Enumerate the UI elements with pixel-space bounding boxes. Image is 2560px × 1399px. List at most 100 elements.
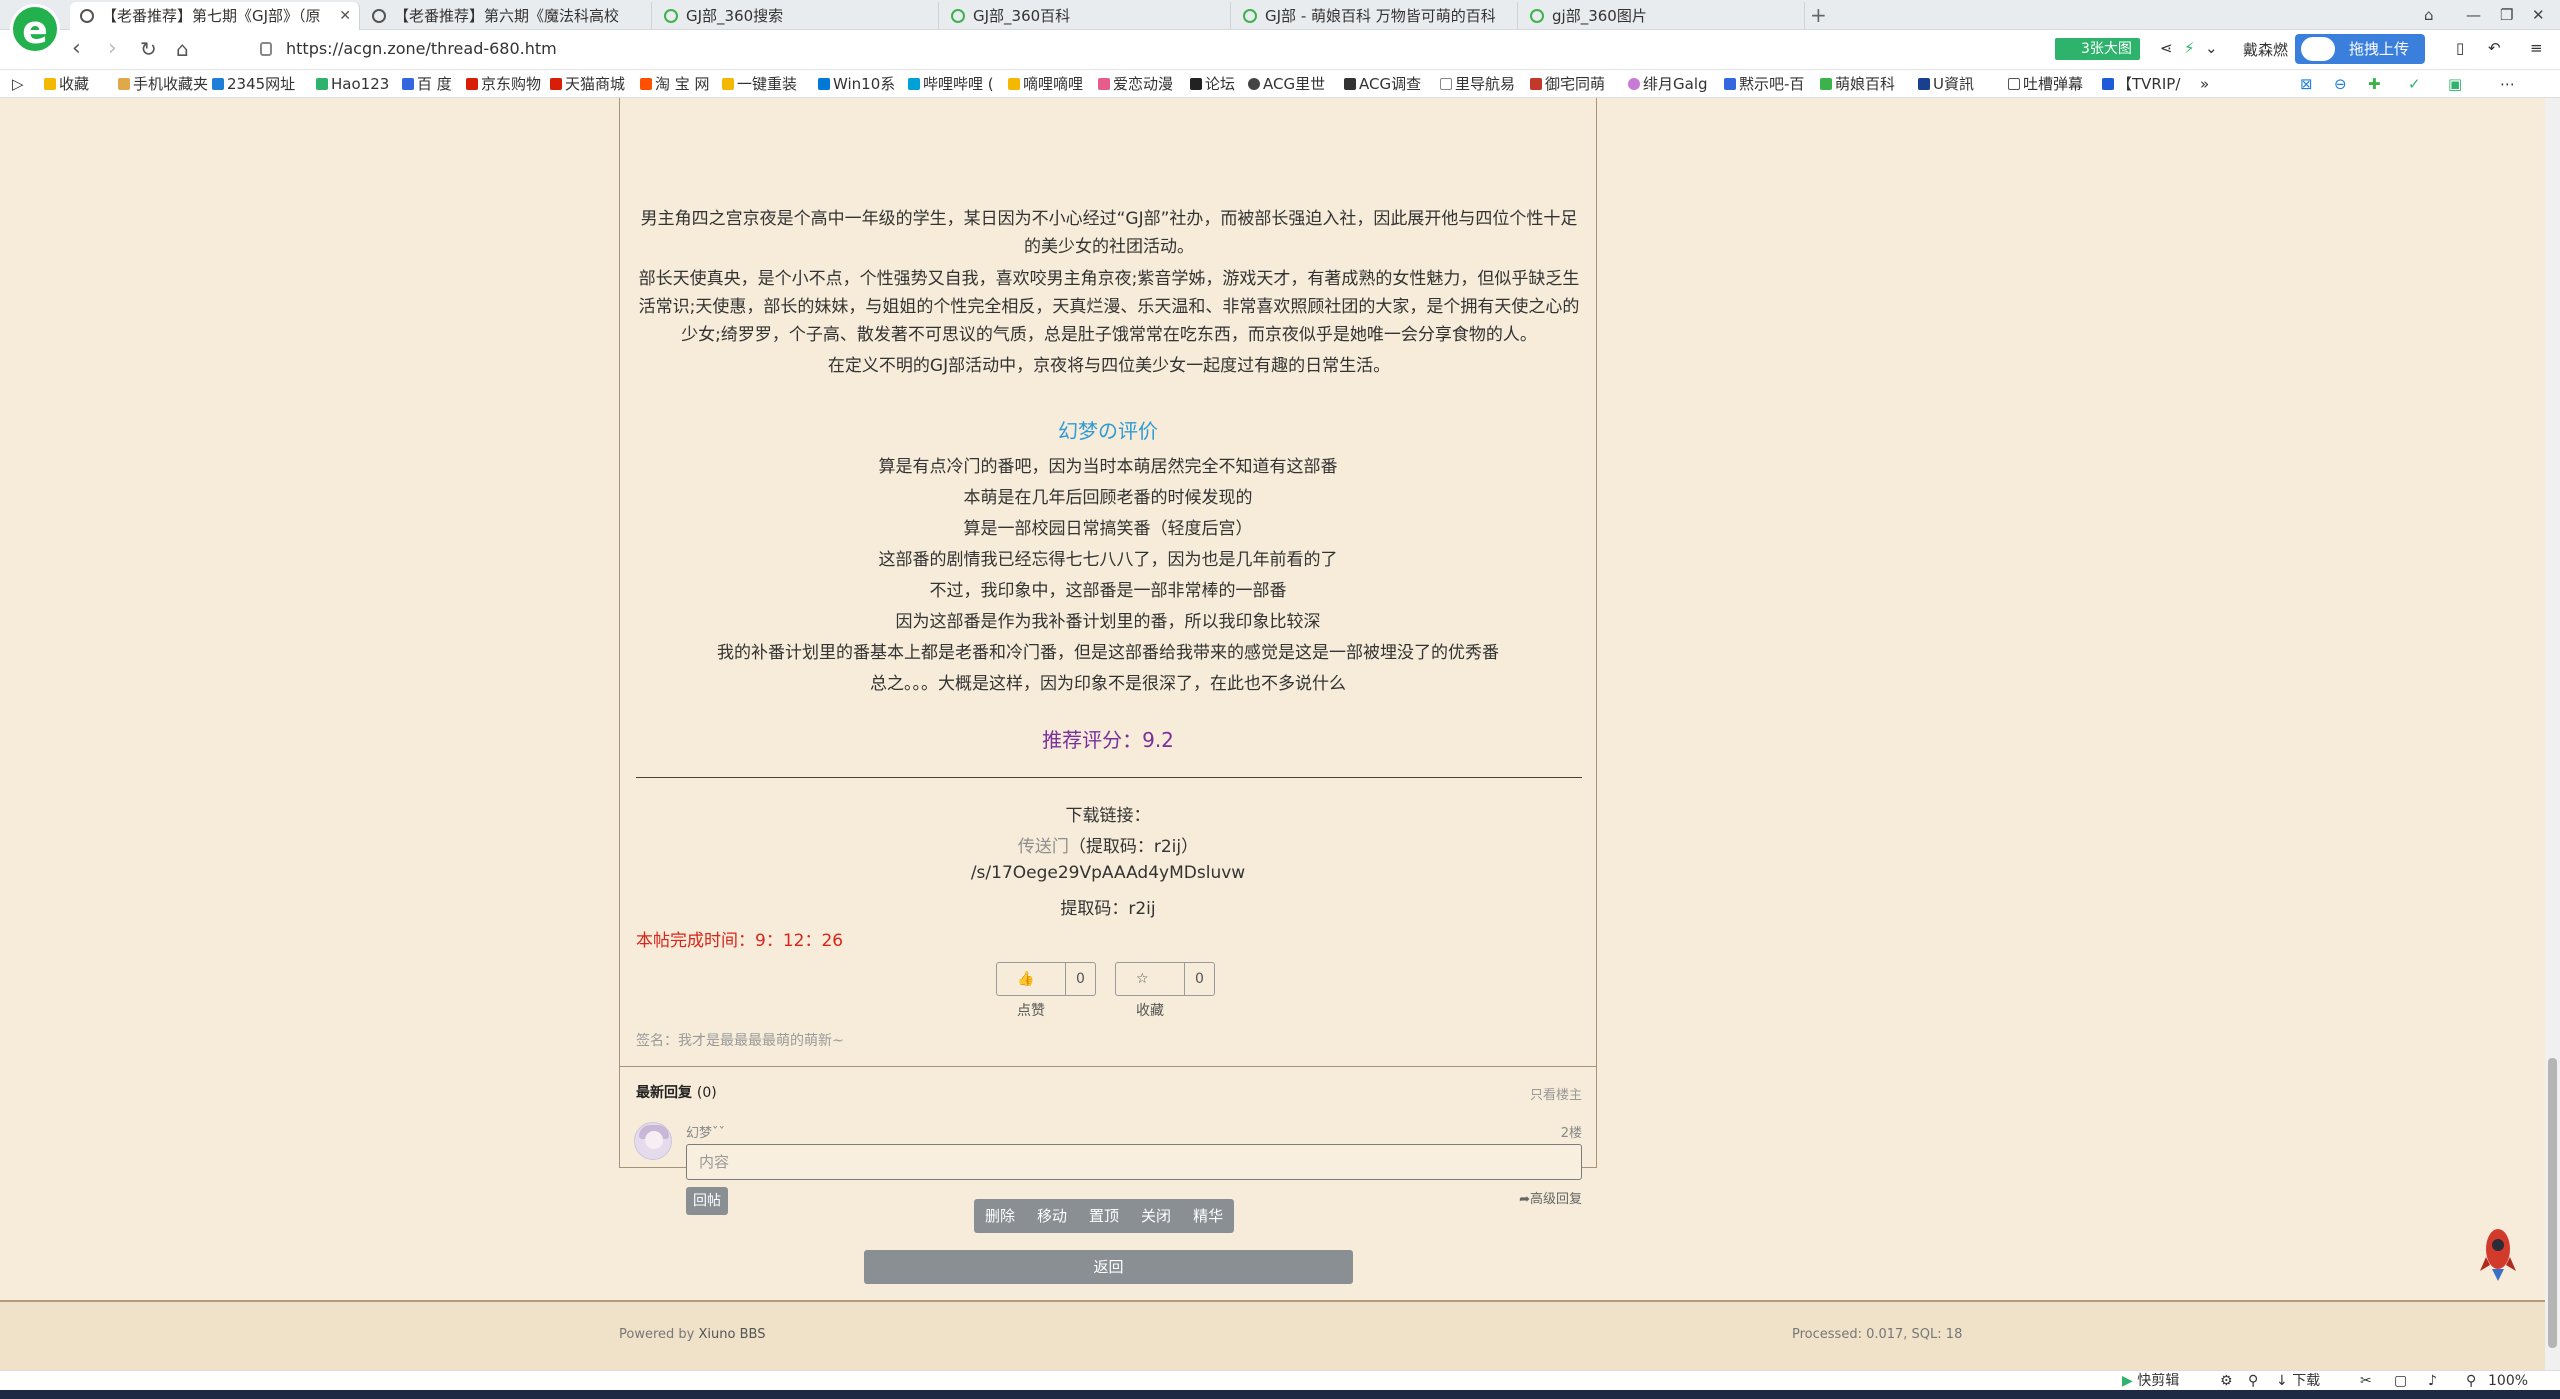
chevron-down-icon[interactable]: ⌄ xyxy=(2205,39,2218,57)
tab-2[interactable]: 【老番推荐】第六期《魔法科高校 xyxy=(362,2,652,30)
xiuno-link[interactable]: Xiuno BBS xyxy=(699,1327,766,1342)
scrollbar-thumb[interactable] xyxy=(2548,1058,2557,1348)
browser-logo-icon[interactable]: e xyxy=(10,4,60,54)
site-icon xyxy=(1530,78,1542,90)
reply-username: 幻梦ˇˇ xyxy=(686,1126,726,1141)
only-op-link[interactable]: 只看楼主 xyxy=(1530,1084,1582,1103)
bookmark-item[interactable]: 爱恋动漫 xyxy=(1098,74,1173,94)
bookmark-item[interactable]: 黙示吧-百 xyxy=(1724,74,1804,94)
address-bar: ‹ › ↻ ⌂ https://acgn.zone/thread-680.htm… xyxy=(0,30,2560,70)
home-icon[interactable]: ⌂ xyxy=(176,36,189,62)
extension-icon[interactable]: ✓ xyxy=(2408,74,2421,94)
restore-icon[interactable]: ❐ xyxy=(2500,2,2513,28)
sidebar-toggle-icon[interactable]: ▷ xyxy=(12,74,24,94)
lightning-icon[interactable]: ⚡ xyxy=(2184,39,2195,57)
window-icon[interactable]: ▢ xyxy=(2394,1372,2407,1390)
delete-button[interactable]: 删除 xyxy=(974,1199,1026,1233)
bookmark-item[interactable]: 手机收藏夹 xyxy=(118,74,208,94)
translate-icon[interactable]: ⊠ xyxy=(2300,74,2313,94)
clip-button[interactable]: ▶ 快剪辑 xyxy=(2122,1372,2179,1390)
shirt-icon[interactable]: ⌂ xyxy=(2424,2,2434,28)
more-extensions-icon[interactable]: ⋯ xyxy=(2500,74,2515,94)
upload-button[interactable]: 拖拽上传 xyxy=(2295,34,2425,64)
bookmark-item[interactable]: 收藏 xyxy=(44,74,89,94)
bookmark-item[interactable]: 一键重装 xyxy=(722,74,797,94)
bookmark-item[interactable]: 淘 宝 网 xyxy=(640,74,710,94)
tab-5[interactable]: GJ部 - 萌娘百科 万物皆可萌的百科 xyxy=(1233,2,1518,30)
sound-icon[interactable]: ♪ xyxy=(2428,1372,2437,1390)
screenshot-icon[interactable]: ✂ xyxy=(2360,1372,2372,1390)
back-to-top-rocket-icon[interactable] xyxy=(2478,1225,2518,1283)
move-button[interactable]: 移动 xyxy=(1026,1199,1078,1233)
upload-label: 拖拽上传 xyxy=(2349,40,2410,58)
extension-icon[interactable]: ⊖ xyxy=(2334,74,2347,94)
refresh-icon[interactable]: ↻ xyxy=(140,36,157,62)
bookmark-item[interactable]: 论坛 xyxy=(1190,74,1235,94)
close-window-icon[interactable]: ✕ xyxy=(2532,2,2545,28)
bookmark-item[interactable]: 御宅同萌 xyxy=(1530,74,1605,94)
bookmark-item[interactable]: 嘀哩嘀哩 xyxy=(1008,74,1083,94)
footer: Powered by Xiuno BBS Processed: 0.017, S… xyxy=(0,1300,2545,1370)
tab-favicon-icon xyxy=(951,9,965,23)
bookmark-item[interactable]: 里导航易 xyxy=(1440,74,1515,94)
tab-4[interactable]: GJ部_360百科 xyxy=(941,2,1231,30)
download-button[interactable]: ↓ 下载 xyxy=(2276,1372,2320,1390)
pic-badge[interactable]: 3张大图 xyxy=(2055,38,2140,60)
bookmark-item[interactable]: ACG里世 xyxy=(1248,74,1325,94)
page-scrollbar[interactable] xyxy=(2545,98,2560,1370)
reply-input[interactable] xyxy=(686,1144,1582,1180)
bookmark-item[interactable]: 哔哩哔哩 ( xyxy=(908,74,994,94)
review-line: 算是有点冷门的番吧，因为当时本萌居然完全不知道有这部番 xyxy=(878,457,1338,477)
tab-close-icon[interactable]: ✕ xyxy=(339,2,351,30)
tab-3[interactable]: GJ部_360搜索 xyxy=(654,2,939,30)
floor-number: 2楼 xyxy=(1560,1126,1582,1141)
url-field[interactable]: https://acgn.zone/thread-680.htm xyxy=(230,36,2030,64)
signature: 签名：我才是最最最最萌的萌新~ xyxy=(636,1033,844,1049)
bookmark-item[interactable]: 2345网址 xyxy=(212,74,295,94)
avatar[interactable] xyxy=(634,1122,672,1160)
reply-submit-button[interactable]: 回帖 xyxy=(686,1187,728,1215)
bookmark-item[interactable]: 百 度 xyxy=(402,74,452,94)
close-thread-button[interactable]: 关闭 xyxy=(1130,1199,1182,1233)
back-button[interactable]: 返回 xyxy=(864,1250,1353,1284)
reader-icon[interactable]: ▯ xyxy=(2456,39,2464,57)
undo-icon[interactable]: ↶ xyxy=(2488,39,2501,57)
card-divider xyxy=(620,1066,1596,1067)
download-link[interactable]: 传送门 xyxy=(1018,837,1069,857)
bookmark-item[interactable]: 【TVRIP/ xyxy=(2102,74,2180,94)
bookmark-item[interactable]: U資訊 xyxy=(1918,74,1974,94)
tool-icon[interactable]: ⚙ xyxy=(2220,1372,2233,1390)
bookmark-item[interactable]: Win10系 xyxy=(818,74,895,94)
pin-icon[interactable]: ⚲ xyxy=(2248,1372,2258,1390)
bookmark-item[interactable]: ACG调查 xyxy=(1344,74,1421,94)
bookmark-item[interactable]: 京东购物 xyxy=(466,74,541,94)
tab-1[interactable]: 【老番推荐】第七期《GJ部》（原 ✕ xyxy=(70,2,360,30)
new-tab-icon[interactable]: + xyxy=(1810,2,1827,28)
favorite-button[interactable]: ☆ 收藏 0 xyxy=(1115,962,1215,1019)
url-text[interactable]: https://acgn.zone/thread-680.htm xyxy=(286,39,557,58)
folder-icon xyxy=(2008,78,2020,90)
review-line: 我的补番计划里的番基本上都是老番和冷门番，但是这部番给我带来的感觉是这是一部被埋… xyxy=(717,643,1499,663)
game-icon[interactable]: ▣ xyxy=(2448,74,2462,94)
search-hint[interactable]: 戴森燃 xyxy=(2243,39,2288,60)
back-arrow-icon[interactable]: ‹ xyxy=(72,36,81,62)
like-button[interactable]: 👍 点赞 0 xyxy=(996,962,1096,1019)
share-icon[interactable]: ⋖ xyxy=(2160,39,2173,57)
extension-icon[interactable]: ✚ xyxy=(2368,74,2381,94)
zoom-icon: ⚲ xyxy=(2466,1373,2477,1389)
advanced-reply-link[interactable]: ➦高级回复 xyxy=(1519,1188,1582,1207)
bookmark-item[interactable]: 绯月Galg xyxy=(1628,74,1708,94)
bookmark-more-icon[interactable]: » xyxy=(2200,74,2209,94)
bookmark-item[interactable]: 天猫商城 xyxy=(550,74,625,94)
minimize-icon[interactable]: — xyxy=(2466,2,2481,28)
tab-6[interactable]: gj部_360图片 xyxy=(1520,2,1805,30)
synopsis-paragraph: 在定义不明的GJ部活动中，京夜将与四位美少女一起度过有趣的日常生活。 xyxy=(827,356,1391,376)
bookmark-item[interactable]: 萌娘百科 xyxy=(1820,74,1895,94)
menu-icon[interactable]: ≡ xyxy=(2530,39,2543,57)
bookmark-item[interactable]: Hao123 xyxy=(316,74,389,94)
feature-button[interactable]: 精华 xyxy=(1182,1199,1234,1233)
forward-arrow-icon[interactable]: › xyxy=(108,36,117,62)
zoom-level[interactable]: 100% xyxy=(2488,1372,2528,1390)
pin-button[interactable]: 置顶 xyxy=(1078,1199,1130,1233)
bookmark-item[interactable]: 吐槽弹幕 xyxy=(2008,74,2083,94)
